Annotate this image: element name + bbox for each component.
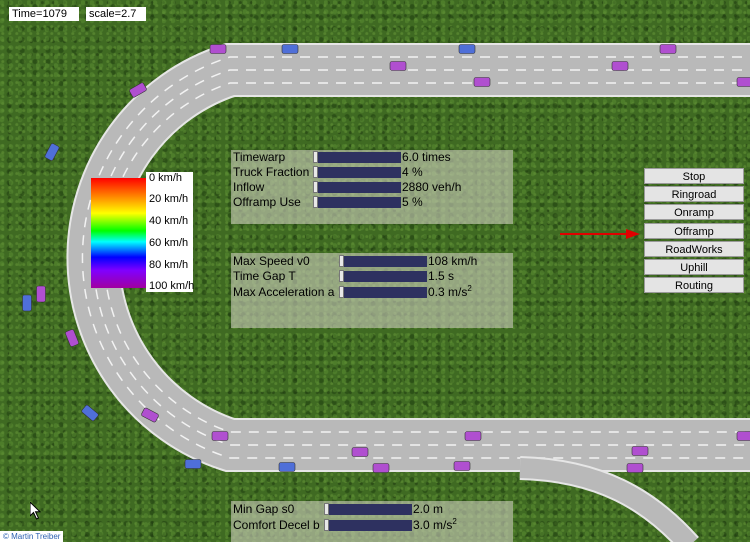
speed-legend-labels: 0 km/h 20 km/h 40 km/h 60 km/h 80 km/h 1… xyxy=(146,172,195,292)
car xyxy=(736,77,750,87)
control-row-offramp-use: Offramp Use 5 % xyxy=(231,195,513,210)
offramp-button[interactable]: Offramp xyxy=(644,222,744,239)
slider-thumb[interactable] xyxy=(313,166,318,178)
slider-thumb[interactable] xyxy=(313,151,318,163)
car xyxy=(184,459,202,469)
control-value: 0.3 m/s2 xyxy=(428,284,472,300)
control-row-time-gap: Time Gap T 1.5 s xyxy=(231,269,513,284)
slider-thumb[interactable] xyxy=(313,181,318,193)
car xyxy=(22,294,32,312)
car xyxy=(458,44,476,54)
driver-model-panel: Max Speed v0 108 km/h Time Gap T 1.5 s M… xyxy=(231,253,513,328)
control-row-inflow: Inflow 2880 veh/h xyxy=(231,180,513,195)
control-value: 3.0 m/s2 xyxy=(413,517,457,533)
speed-color-bar xyxy=(91,178,146,288)
control-label: Inflow xyxy=(233,180,265,194)
time-display: Time=1079 xyxy=(9,7,79,21)
car xyxy=(81,404,99,422)
slider-thumb[interactable] xyxy=(339,270,344,282)
legend-label: 40 km/h xyxy=(149,215,189,227)
control-label: Max Speed v0 xyxy=(233,254,310,268)
car xyxy=(36,285,46,303)
control-row-max-speed: Max Speed v0 108 km/h xyxy=(231,254,513,269)
car xyxy=(281,44,299,54)
control-label: Offramp Use xyxy=(233,195,301,209)
slider-thumb[interactable] xyxy=(339,286,344,298)
control-label: Comfort Decel b xyxy=(233,518,320,532)
control-row-comfort-decel: Comfort Decel b 3.0 m/s2 xyxy=(231,518,513,533)
traffic-control-panel: Timewarp 6.0 times Truck Fraction 4 % In… xyxy=(231,150,513,224)
stop-button[interactable]: Stop xyxy=(644,168,744,184)
control-value: 2880 veh/h xyxy=(402,180,462,194)
legend-label: 100 km/h xyxy=(149,280,195,292)
control-row-min-gap: Min Gap s0 2.0 m xyxy=(231,502,513,517)
car xyxy=(453,461,471,471)
legend-label: 0 km/h xyxy=(149,172,183,184)
scenario-button-group: Stop Ringroad Onramp Offramp RoadWorks U… xyxy=(644,168,744,295)
control-row-timewarp: Timewarp 6.0 times xyxy=(231,150,513,165)
car xyxy=(65,329,79,347)
car xyxy=(372,463,390,473)
control-label: Max Acceleration a xyxy=(233,285,335,299)
control-row-max-acceleration: Max Acceleration a 0.3 m/s2 xyxy=(231,285,513,300)
offramp-use-slider[interactable] xyxy=(313,196,401,208)
legend-label: 80 km/h xyxy=(149,259,189,271)
car xyxy=(209,44,227,54)
comfort-decel-slider[interactable] xyxy=(324,519,412,531)
inflow-slider[interactable] xyxy=(313,181,401,193)
gap-control-panel: Min Gap s0 2.0 m Comfort Decel b 3.0 m/s… xyxy=(231,501,513,542)
control-label: Time Gap T xyxy=(233,269,296,283)
red-arrow-icon xyxy=(560,229,640,239)
control-value: 108 km/h xyxy=(428,254,478,268)
onramp-button[interactable]: Onramp xyxy=(644,204,744,221)
slider-thumb[interactable] xyxy=(339,255,344,267)
ringroad-button[interactable]: Ringroad xyxy=(644,186,744,203)
car xyxy=(736,431,750,441)
timewarp-slider[interactable] xyxy=(313,151,401,163)
routing-button[interactable]: Routing xyxy=(644,277,744,294)
slider-thumb[interactable] xyxy=(324,519,329,531)
max-acceleration-slider[interactable] xyxy=(339,286,427,298)
car xyxy=(44,143,60,161)
legend-label: 20 km/h xyxy=(149,193,189,205)
car xyxy=(464,431,482,441)
control-label: Truck Fraction xyxy=(233,165,310,179)
author-credit: © Martin Treiber xyxy=(0,531,64,542)
control-row-truck-fraction: Truck Fraction 4 % xyxy=(231,165,513,180)
control-value: 4 % xyxy=(402,165,423,179)
car xyxy=(626,463,644,473)
car xyxy=(631,446,649,456)
car xyxy=(473,77,491,87)
mouse-pointer-icon xyxy=(30,502,42,520)
speed-legend: 0 km/h 20 km/h 40 km/h 60 km/h 80 km/h 1… xyxy=(91,172,195,292)
car xyxy=(351,447,369,457)
control-value: 1.5 s xyxy=(428,269,455,283)
roadworks-button[interactable]: RoadWorks xyxy=(644,240,744,257)
slider-thumb[interactable] xyxy=(313,196,318,208)
legend-label: 60 km/h xyxy=(149,237,189,249)
car xyxy=(611,61,629,71)
min-gap-slider[interactable] xyxy=(324,503,412,515)
truck-fraction-slider[interactable] xyxy=(313,166,401,178)
control-value: 2.0 m xyxy=(413,502,444,516)
time-gap-slider[interactable] xyxy=(339,270,427,282)
uphill-button[interactable]: Uphill xyxy=(644,258,744,275)
car xyxy=(389,61,407,71)
car xyxy=(659,44,677,54)
control-value: 5 % xyxy=(402,195,423,209)
control-value: 6.0 times xyxy=(402,150,451,164)
control-label: Timewarp xyxy=(233,150,286,164)
control-label: Min Gap s0 xyxy=(233,502,295,516)
car xyxy=(211,431,229,441)
car xyxy=(278,462,296,472)
scale-display: scale=2.7 xyxy=(86,7,146,21)
slider-thumb[interactable] xyxy=(324,503,329,515)
max-speed-slider[interactable] xyxy=(339,255,427,267)
